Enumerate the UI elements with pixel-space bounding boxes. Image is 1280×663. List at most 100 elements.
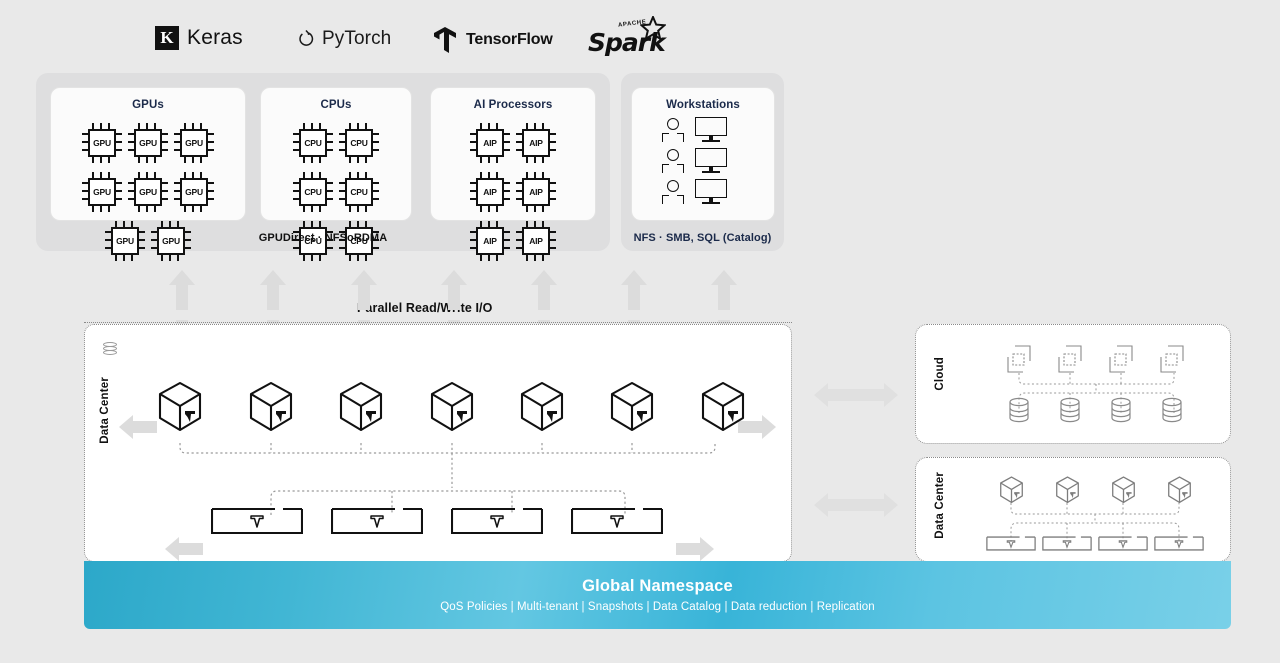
chip-label: GPU — [180, 178, 208, 206]
storage-enclosure[interactable] — [570, 507, 664, 535]
cloud-database-node[interactable] — [1110, 397, 1132, 428]
processor-chip-icon: GPU — [82, 123, 122, 163]
cloud-database-node[interactable] — [1008, 397, 1030, 428]
framework-logo-row: K Keras PyTorch TensorFlow APACHE Spark — [0, 14, 760, 70]
global-namespace-features: QoS Policies | Multi-tenant | Snapshots … — [440, 601, 875, 613]
datacenter-right-storage[interactable] — [1039, 536, 1095, 551]
datacenter-right-storage[interactable] — [1095, 536, 1151, 551]
storage-enclosure[interactable] — [330, 507, 424, 535]
processor-chip-icon: GPU — [82, 172, 122, 212]
datacenter-node[interactable] — [248, 381, 294, 433]
compute-caption: GPUDirect · NFSoRDMA — [258, 232, 388, 244]
chip-label: GPU — [134, 178, 162, 206]
processor-chip-icon: GPU — [128, 123, 168, 163]
vast-cube-icon — [520, 381, 564, 432]
datacenter-right-storage[interactable] — [983, 536, 1039, 551]
chip-label: AIP — [522, 129, 550, 157]
datacenter-main-panel: Data Center — [84, 324, 792, 562]
processor-chip-icon: CPU — [339, 172, 379, 212]
vast-cube-icon — [249, 381, 293, 432]
datacenter-right-node[interactable] — [1055, 476, 1080, 504]
keras-logo-icon: K — [155, 26, 179, 50]
datacenter-right-panel: Data Center — [915, 457, 1231, 562]
chip-label: GPU — [134, 129, 162, 157]
panel-ai-processors[interactable]: AI Processors AIP AIP AIP AIP AIP AIP — [430, 87, 596, 261]
database-cylinder-icon — [1009, 397, 1029, 423]
vast-cube-icon — [430, 381, 474, 432]
storage-enclosure[interactable] — [450, 507, 544, 535]
pytorch-label: PyTorch — [322, 28, 392, 49]
chip-label: CPU — [345, 129, 373, 157]
chip-label: GPU — [180, 129, 208, 157]
cloud-container-node[interactable] — [1106, 345, 1136, 378]
chip-label: AIP — [476, 129, 504, 157]
vast-cube-icon — [158, 381, 202, 432]
datacenter-right-node[interactable] — [1111, 476, 1136, 504]
datacenter-node[interactable] — [157, 381, 203, 433]
chip-label: GPU — [88, 178, 116, 206]
datacenter-node[interactable] — [519, 381, 565, 433]
tensorflow-logo-icon — [434, 27, 456, 53]
processor-chip-icon: GPU — [174, 123, 214, 163]
pytorch-flame-icon — [299, 30, 314, 46]
vast-cube-icon — [610, 381, 654, 432]
chip-label: CPU — [345, 178, 373, 206]
cloud-container-node[interactable] — [1055, 345, 1085, 378]
panel-gpus-title: GPUs — [132, 99, 164, 111]
panel-aip-title: AI Processors — [473, 99, 553, 111]
datacenter-right-storage[interactable] — [1151, 536, 1207, 551]
global-namespace-banner: Global Namespace QoS Policies | Multi-te… — [84, 561, 1231, 629]
cloud-container-node[interactable] — [1157, 345, 1187, 378]
workstation-seat-list — [632, 117, 774, 204]
workstation-seat — [662, 148, 774, 173]
vast-triangle-icon — [610, 515, 624, 528]
processor-chip-icon: AIP — [470, 172, 510, 212]
keras-label: Keras — [187, 26, 243, 49]
cloud-database-node[interactable] — [1161, 397, 1183, 428]
storage-enclosure[interactable] — [210, 507, 304, 535]
diagram-canvas: K Keras PyTorch TensorFlow APACHE Spark — [0, 0, 1280, 663]
datacenter-right-node[interactable] — [1167, 476, 1192, 504]
monitor-icon — [695, 117, 727, 142]
cloud-database-node[interactable] — [1059, 397, 1081, 428]
framework-pytorch: PyTorch — [298, 28, 391, 50]
processor-chip-icon: GPU — [128, 172, 168, 212]
user-icon — [662, 148, 684, 173]
datacenter-node[interactable] — [338, 381, 384, 433]
apache-spark-logo-icon — [640, 16, 666, 41]
workstations-caption: NFS · SMB, SQL (Catalog) — [633, 232, 772, 244]
chip-label: CPU — [299, 129, 327, 157]
vast-cube-icon — [701, 381, 745, 432]
datacenter-link-arrow-icon — [814, 493, 898, 517]
datacenter-right-node[interactable] — [999, 476, 1024, 504]
processor-chip-icon: CPU — [293, 172, 333, 212]
cloud-container-node[interactable] — [1004, 345, 1034, 378]
tensorflow-label: TensorFlow — [466, 31, 553, 48]
vast-triangle-icon — [370, 515, 384, 528]
container-stack-icon — [1058, 345, 1082, 373]
workstation-seat — [662, 179, 774, 204]
framework-spark: APACHE Spark — [588, 16, 666, 64]
framework-keras: K Keras — [155, 26, 243, 50]
user-icon — [662, 179, 684, 204]
workstation-seat — [662, 117, 774, 142]
panel-workstations[interactable]: Workstations — [631, 87, 775, 221]
database-cylinder-icon — [1111, 397, 1131, 423]
datacenter-node[interactable] — [429, 381, 475, 433]
chip-label: AIP — [522, 178, 550, 206]
processor-chip-icon: AIP — [516, 123, 556, 163]
container-stack-icon — [1160, 345, 1184, 373]
processor-chip-icon: CPU — [339, 123, 379, 163]
database-cylinder-icon — [1162, 397, 1182, 423]
datacenter-node[interactable] — [609, 381, 655, 433]
processor-chip-icon: GPU — [174, 172, 214, 212]
datacenter-node[interactable] — [700, 381, 746, 433]
cloud-panel: Cloud — [915, 324, 1231, 444]
panel-gpus[interactable]: GPUs GPU GPU GPU GPU GPU GPU GPU GPU — [50, 87, 246, 261]
chip-label: CPU — [299, 178, 327, 206]
user-icon — [662, 117, 684, 142]
monitor-icon — [695, 179, 727, 204]
vast-triangle-icon — [490, 515, 504, 528]
panel-cpus[interactable]: CPUs CPU CPU CPU CPU CPU CPU — [260, 87, 412, 261]
vast-cube-icon — [339, 381, 383, 432]
